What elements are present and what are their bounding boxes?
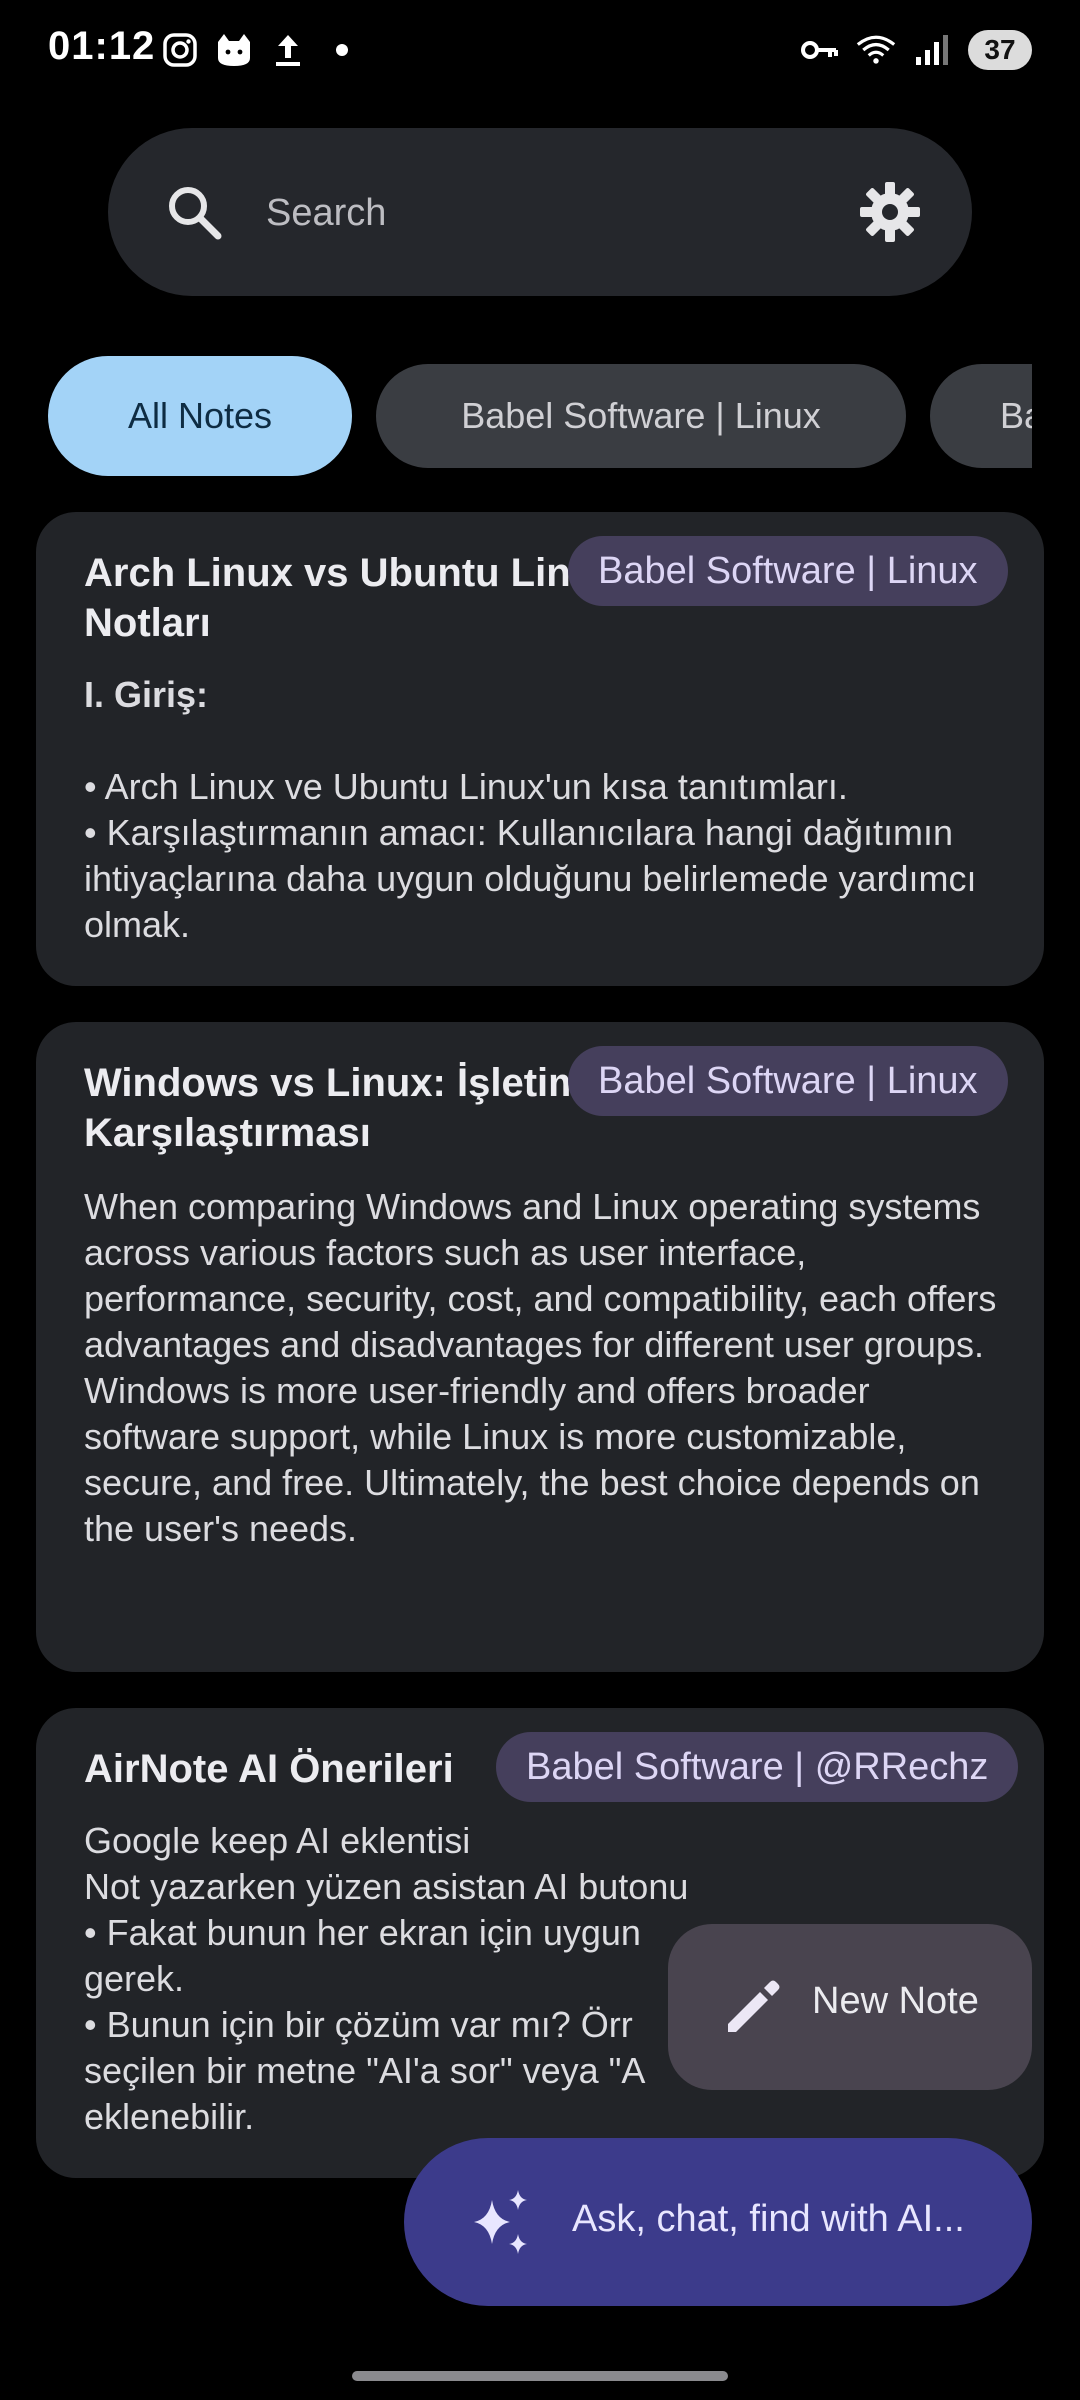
ask-ai-button[interactable]: Ask, chat, find with AI... — [404, 2138, 1032, 2306]
sparkle-icon — [466, 2186, 538, 2258]
status-time: 01:12 — [48, 24, 156, 68]
vpn-key-icon — [800, 30, 840, 70]
search-input[interactable] — [264, 180, 828, 246]
chip-all-notes[interactable]: All Notes — [48, 356, 352, 476]
dot-icon — [322, 30, 362, 70]
note-body: • Arch Linux ve Ubuntu Linux'un kısa tan… — [84, 766, 977, 945]
notification-icons — [160, 30, 362, 70]
wifi-icon — [856, 30, 896, 70]
battery-icon: 37 — [968, 30, 1032, 70]
new-note-button[interactable]: New Note — [668, 1924, 1032, 2090]
note-subheading: I. Giriş: — [84, 674, 209, 715]
search-icon — [162, 180, 226, 244]
note-card[interactable]: Windows vs Linux: İşletim Karşılaştırmas… — [36, 1022, 1044, 1672]
note-body: When comparing Windows and Linux operati… — [84, 1186, 997, 1549]
home-indicator[interactable] — [352, 2371, 728, 2381]
note-tag: Babel Software | Linux — [568, 536, 1008, 606]
search-bar[interactable] — [108, 128, 972, 296]
pencil-icon — [720, 1974, 786, 2040]
filter-chips: All Notes Babel Software | Linux Ba — [48, 356, 1032, 476]
status-bar: 01:12 37 — [0, 0, 1080, 100]
ask-ai-label: Ask, chat, find with AI... — [572, 2198, 965, 2240]
chip-babel-software-linux[interactable]: Babel Software | Linux — [376, 364, 906, 468]
cat-app-icon — [214, 30, 254, 70]
system-icons: 37 — [800, 30, 1032, 70]
chip-partial[interactable]: Ba — [930, 364, 1032, 468]
app-screen: 01:12 37 Search All Notes Babel Software… — [0, 0, 1080, 2400]
upload-icon — [268, 30, 308, 70]
gear-icon[interactable] — [856, 178, 924, 246]
new-note-label: New Note — [812, 1980, 979, 2022]
note-tag: Babel Software | Linux — [568, 1046, 1008, 1116]
signal-icon — [912, 30, 952, 70]
note-tag: Babel Software | @RRechz — [496, 1732, 1019, 1802]
instagram-icon — [160, 30, 200, 70]
note-card[interactable]: Arch Linux vs Ubuntu Linu Notları Babel … — [36, 512, 1044, 986]
